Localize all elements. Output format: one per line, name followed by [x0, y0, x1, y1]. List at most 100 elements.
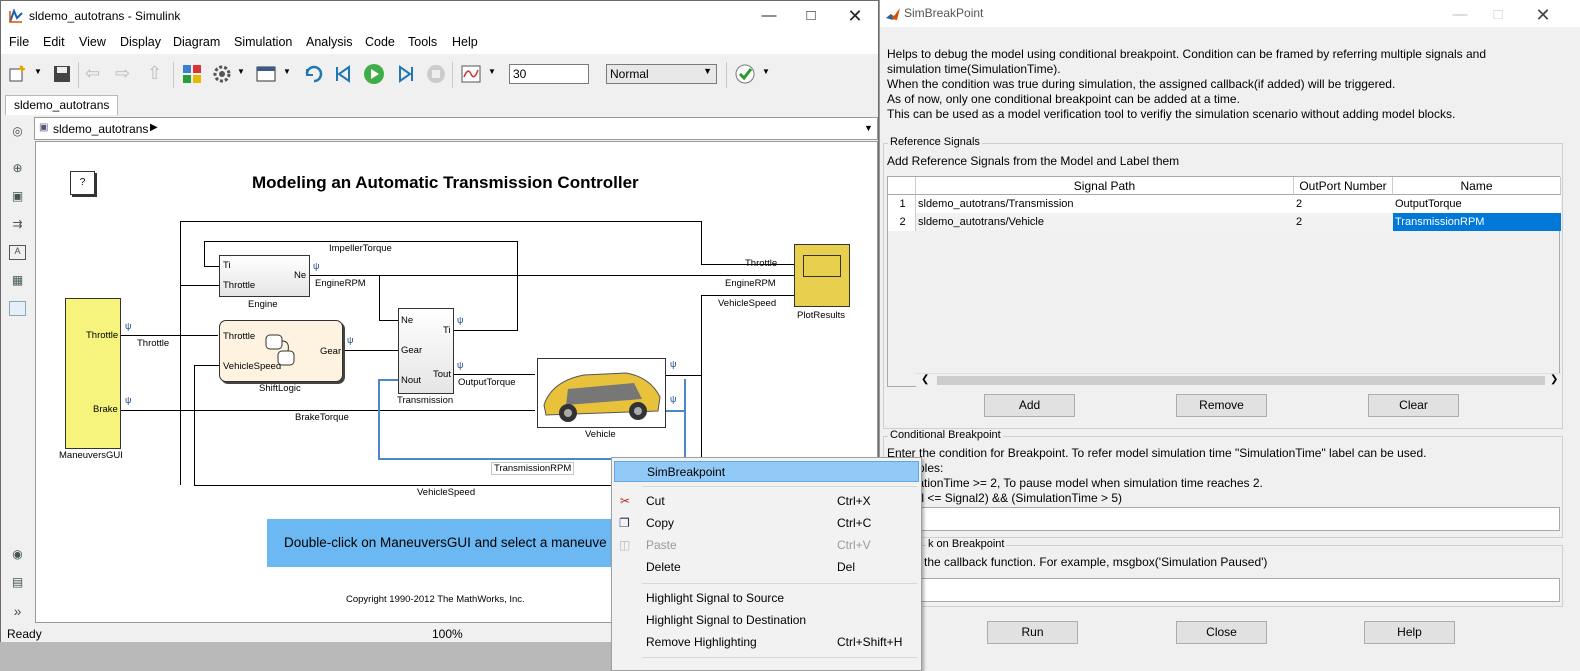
- area-icon[interactable]: [9, 301, 26, 316]
- signal-label-braketorque[interactable]: BrakeTorque: [295, 412, 349, 423]
- menu-display[interactable]: Display: [120, 35, 161, 49]
- back-arrow-icon[interactable]: ⇦: [85, 63, 107, 85]
- chevron-right-icon[interactable]: ▶: [150, 122, 158, 133]
- fit-view-icon[interactable]: ▣: [9, 189, 26, 204]
- model-explorer-icon[interactable]: [255, 63, 277, 85]
- clear-button[interactable]: Clear: [1368, 394, 1459, 417]
- close-button[interactable]: ✕: [835, 5, 875, 27]
- signal-label-outputtorque[interactable]: OutputTorque: [458, 377, 516, 388]
- menu-item-remove-highlighting[interactable]: Remove Highlighting Ctrl+Shift+H: [614, 632, 919, 653]
- cell-signal-path[interactable]: sldemo_autotrans/Transmission: [916, 195, 1294, 213]
- chevron-down-icon[interactable]: ▼: [237, 67, 245, 76]
- maneuversgui-block[interactable]: Throttle Brake: [65, 298, 121, 449]
- new-model-icon[interactable]: [7, 63, 29, 85]
- column-header-outport[interactable]: OutPort Number: [1294, 177, 1393, 195]
- transmission-block[interactable]: Ne Gear Nout Ti Tout: [398, 308, 454, 394]
- add-button[interactable]: Add: [984, 394, 1075, 417]
- maximize-button[interactable]: □: [1478, 4, 1518, 26]
- cell-name-selected[interactable]: TransmissionRPM: [1393, 213, 1561, 231]
- maximize-button[interactable]: □: [791, 5, 831, 27]
- minimize-button[interactable]: —: [1440, 4, 1480, 26]
- scroll-right-icon[interactable]: ❯: [1550, 374, 1558, 385]
- close-dialog-button[interactable]: Close: [1176, 621, 1267, 644]
- camera-icon[interactable]: ◉: [9, 547, 26, 562]
- plotresults-block[interactable]: [794, 244, 850, 307]
- chevron-down-icon[interactable]: ▼: [283, 67, 291, 76]
- menu-item-paste[interactable]: ◫ Paste Ctrl+V: [614, 535, 919, 556]
- simulation-mode-select[interactable]: Normal ▼: [606, 64, 717, 84]
- signal-label-transmissionrpm[interactable]: TransmissionRPM: [491, 462, 575, 475]
- cell-name[interactable]: OutputTorque: [1393, 195, 1561, 213]
- shiftlogic-block[interactable]: Throttle VehicleSpeed Gear: [219, 320, 343, 382]
- report-icon[interactable]: ▤: [9, 575, 26, 590]
- step-back-icon[interactable]: [333, 63, 355, 85]
- menu-item-cut[interactable]: ✂ Cut Ctrl+X: [614, 491, 919, 512]
- check-model-icon[interactable]: [734, 63, 756, 85]
- up-arrow-icon[interactable]: ⇧: [147, 63, 169, 85]
- menu-item-highlight-source[interactable]: Highlight Signal to Source: [614, 588, 919, 609]
- image-icon[interactable]: ▦: [9, 273, 26, 288]
- stop-icon[interactable]: [425, 63, 447, 85]
- annotation-icon[interactable]: A: [9, 245, 26, 260]
- expand-icon[interactable]: »: [9, 603, 26, 619]
- zoom-icon[interactable]: ⊕: [9, 161, 26, 176]
- callback-input[interactable]: [887, 578, 1560, 602]
- scope-icon[interactable]: [460, 63, 482, 85]
- signal-label-vehiclespeed-out[interactable]: VehicleSpeed: [718, 298, 776, 309]
- save-icon[interactable]: [51, 63, 73, 85]
- chevron-down-icon[interactable]: ▼: [34, 67, 42, 76]
- run-button[interactable]: Run: [987, 621, 1078, 644]
- step-forward-icon[interactable]: [394, 63, 416, 85]
- signal-label-enginerpm[interactable]: EngineRPM: [315, 278, 366, 289]
- stop-time-input[interactable]: 30: [509, 64, 589, 84]
- refresh-icon[interactable]: [303, 63, 325, 85]
- chevron-down-icon[interactable]: ▼: [864, 123, 873, 133]
- column-header-signal-path[interactable]: Signal Path: [916, 177, 1294, 195]
- menu-file[interactable]: File: [9, 35, 29, 49]
- signals-table[interactable]: Signal Path OutPort Number Name 1 sldemo…: [887, 176, 1561, 387]
- model-tab[interactable]: sldemo_autotrans: [5, 95, 119, 115]
- signal-label-impellertorque[interactable]: ImpellerTorque: [329, 243, 392, 254]
- chevron-down-icon[interactable]: ▼: [488, 67, 496, 76]
- engine-block[interactable]: Ti Throttle Ne: [219, 255, 310, 297]
- signal-label-enginerpm-out[interactable]: EngineRPM: [725, 278, 776, 289]
- menu-item-copy[interactable]: ❐ Copy Ctrl+C: [614, 513, 919, 534]
- column-header-name[interactable]: Name: [1393, 177, 1561, 195]
- help-block[interactable]: ?: [70, 171, 95, 195]
- signal-label-vehiclespeed[interactable]: VehicleSpeed: [417, 487, 475, 498]
- menu-view[interactable]: View: [79, 35, 106, 49]
- scroll-left-icon[interactable]: ❮: [921, 374, 929, 385]
- menu-item-highlight-destination[interactable]: Highlight Signal to Destination: [614, 610, 919, 631]
- vehicle-block[interactable]: [537, 358, 666, 428]
- help-button[interactable]: Help: [1364, 621, 1455, 644]
- scrollbar-thumb[interactable]: [937, 376, 1545, 385]
- forward-arrow-icon[interactable]: ⇨: [115, 63, 137, 85]
- address-path[interactable]: sldemo_autotrans: [53, 122, 148, 136]
- menu-diagram[interactable]: Diagram: [173, 35, 220, 49]
- close-button[interactable]: ✕: [1523, 4, 1563, 26]
- menu-edit[interactable]: Edit: [43, 35, 65, 49]
- remove-button[interactable]: Remove: [1176, 394, 1267, 417]
- menu-simulation[interactable]: Simulation: [234, 35, 292, 49]
- cell-outport[interactable]: 2: [1294, 195, 1393, 213]
- library-browser-icon[interactable]: [181, 63, 203, 85]
- route-lines-icon[interactable]: ⇉: [9, 217, 26, 232]
- cell-outport[interactable]: 2: [1294, 213, 1393, 231]
- chevron-down-icon[interactable]: ▼: [762, 67, 770, 76]
- settings-gear-icon[interactable]: [211, 63, 233, 85]
- horizontal-scrollbar[interactable]: ❮ ❯: [916, 373, 1561, 387]
- menu-help[interactable]: Help: [452, 35, 478, 49]
- minimize-button[interactable]: —: [749, 5, 789, 27]
- hide-show-icon[interactable]: ◎: [9, 124, 26, 139]
- run-icon[interactable]: [363, 63, 385, 85]
- menu-item-simbreakpoint[interactable]: SimBreakpoint: [614, 461, 919, 482]
- cut-icon: ✂: [620, 494, 631, 508]
- signal-label-throttle[interactable]: Throttle: [137, 338, 169, 349]
- cell-signal-path[interactable]: sldemo_autotrans/Vehicle: [916, 213, 1294, 231]
- menu-code[interactable]: Code: [365, 35, 395, 49]
- menu-analysis[interactable]: Analysis: [306, 35, 353, 49]
- menu-tools[interactable]: Tools: [408, 35, 437, 49]
- condition-input[interactable]: [887, 507, 1560, 531]
- menu-item-delete[interactable]: Delete Del: [614, 557, 919, 578]
- signal-label-throttle-out[interactable]: Throttle: [745, 258, 777, 269]
